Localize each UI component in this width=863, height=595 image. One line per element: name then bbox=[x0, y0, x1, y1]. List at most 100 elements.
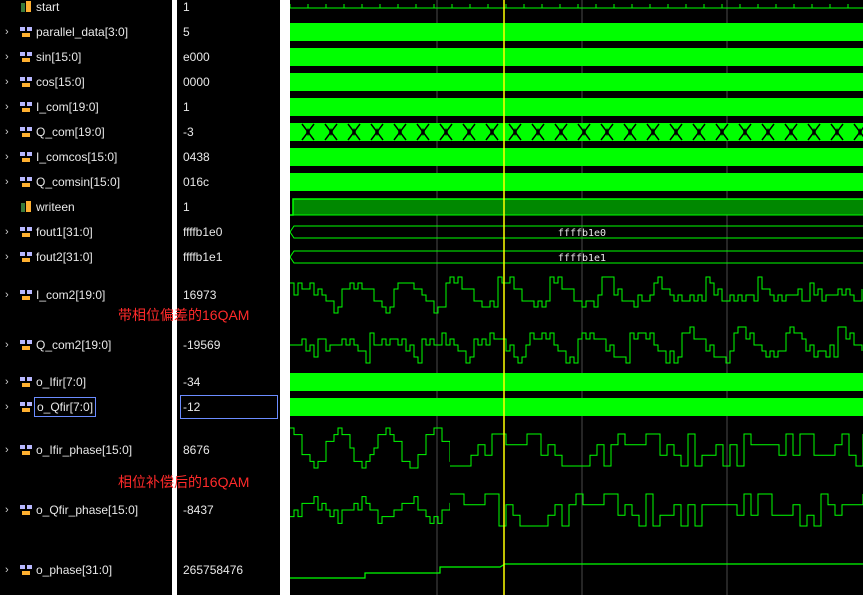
wave-analog-q-com2 bbox=[290, 326, 863, 364]
signal-name[interactable]: sin[15:0] bbox=[36, 49, 81, 65]
bus-signal-icon bbox=[20, 252, 32, 262]
signal-row-o-qfir-phase[interactable]: › o_Qfir_phase[15:0] bbox=[0, 502, 172, 518]
signal-name[interactable]: I_com[19:0] bbox=[36, 99, 99, 115]
signal-name[interactable]: writeen bbox=[36, 199, 75, 215]
chevron-right-icon[interactable]: › bbox=[5, 337, 15, 353]
chevron-right-icon[interactable]: › bbox=[5, 562, 15, 578]
signal-row-o-phase[interactable]: › o_phase[31:0] bbox=[0, 562, 172, 578]
wave-bus-parallel-data bbox=[290, 23, 863, 41]
signal-name[interactable]: parallel_data[3:0] bbox=[36, 24, 128, 40]
signal-name[interactable]: fout1[31:0] bbox=[36, 224, 93, 240]
signal-name-panel: start › parallel_data[3:0] › sin[15:0] › cos[1… bbox=[0, 0, 172, 595]
signal-value: 8676 bbox=[183, 443, 210, 457]
signal-row-parallel-data[interactable]: › parallel_data[3:0] bbox=[0, 24, 172, 40]
bus-signal-icon bbox=[20, 402, 32, 412]
wave-bus-i-com bbox=[290, 98, 863, 116]
chevron-right-icon[interactable]: › bbox=[5, 149, 15, 165]
signal-row-q-com2[interactable]: › Q_com2[19:0] bbox=[0, 337, 172, 353]
bus-signal-icon bbox=[20, 227, 32, 237]
wave-bus-o-ifir bbox=[290, 373, 863, 391]
bus-signal-icon bbox=[20, 377, 32, 387]
bus-signal-icon bbox=[20, 177, 32, 187]
signal-row-o-ifir[interactable]: › o_Ifir[7:0] bbox=[0, 374, 172, 390]
bus-signal-icon bbox=[20, 102, 32, 112]
chevron-right-icon[interactable]: › bbox=[5, 224, 15, 240]
wave-bus-label-fout1: ffffb1e0 bbox=[558, 228, 606, 239]
signal-value: 016c bbox=[183, 175, 210, 189]
bus-signal-icon bbox=[20, 445, 32, 455]
annotation-phase-offset: 带相位偏差的16QAM bbox=[118, 307, 250, 323]
signal-row-i-com2[interactable]: › I_com2[19:0] bbox=[0, 287, 172, 303]
wave-bus-i-comcos bbox=[290, 148, 863, 166]
chevron-right-icon[interactable]: › bbox=[5, 99, 15, 115]
signal-name[interactable]: o_Qfir[7:0] bbox=[34, 397, 97, 417]
signal-name[interactable]: o_Qfir_phase[15:0] bbox=[36, 502, 138, 518]
signal-name[interactable]: o_Ifir_phase[15:0] bbox=[36, 442, 132, 458]
chevron-right-icon[interactable]: › bbox=[5, 49, 15, 65]
signal-row-writeen[interactable]: writeen bbox=[0, 199, 172, 215]
signal-name[interactable]: Q_com2[19:0] bbox=[36, 337, 111, 353]
signal-value: 5 bbox=[183, 25, 190, 39]
panel-splitter[interactable] bbox=[280, 0, 290, 595]
signal-value: 1 bbox=[183, 0, 190, 14]
chevron-right-icon[interactable]: › bbox=[5, 374, 15, 390]
bus-signal-icon bbox=[20, 505, 32, 515]
signal-name[interactable]: o_Ifir[7:0] bbox=[36, 374, 86, 390]
signal-name[interactable]: fout2[31:0] bbox=[36, 249, 93, 265]
bus-signal-icon bbox=[20, 77, 32, 87]
signal-name[interactable]: I_com2[19:0] bbox=[36, 287, 105, 303]
bus-signal-icon bbox=[20, 27, 32, 37]
signal-value: ffffb1e0 bbox=[183, 225, 223, 239]
bus-signal-icon bbox=[20, 52, 32, 62]
signal-name[interactable]: Q_comsin[15:0] bbox=[36, 174, 120, 190]
bit-signal-icon bbox=[21, 201, 31, 212]
signal-value: 0000 bbox=[183, 75, 210, 89]
waveform-panel[interactable]: ffffb1e0 ffffb1e1 bbox=[290, 0, 863, 595]
wave-bus-q-comsin bbox=[290, 173, 863, 191]
chevron-right-icon[interactable]: › bbox=[5, 287, 15, 303]
wave-bus-sin bbox=[290, 48, 863, 66]
wave-writeen-high bbox=[293, 199, 863, 215]
bus-signal-icon bbox=[20, 152, 32, 162]
signal-value: 1 bbox=[183, 100, 190, 114]
signal-row-start[interactable]: start bbox=[0, 0, 172, 15]
signal-row-i-com[interactable]: › I_com[19:0] bbox=[0, 99, 172, 115]
chevron-right-icon[interactable]: › bbox=[5, 442, 15, 458]
signal-name[interactable]: I_comcos[15:0] bbox=[36, 149, 117, 165]
signal-row-o-ifir-phase[interactable]: › o_Ifir_phase[15:0] bbox=[0, 442, 172, 458]
signal-name[interactable]: cos[15:0] bbox=[36, 74, 85, 90]
wave-analog-o-ifir-phase-late bbox=[450, 433, 863, 467]
chevron-right-icon[interactable]: › bbox=[5, 24, 15, 40]
signal-row-fout1[interactable]: › fout1[31:0] bbox=[0, 224, 172, 240]
signal-name[interactable]: start bbox=[36, 0, 59, 15]
chevron-right-icon[interactable]: › bbox=[5, 249, 15, 265]
wave-bus-label-fout2: ffffb1e1 bbox=[558, 253, 606, 264]
signal-row-q-com[interactable]: › Q_com[19:0] bbox=[0, 124, 172, 140]
signal-value: -8437 bbox=[183, 503, 214, 517]
signal-value: -19569 bbox=[183, 338, 221, 352]
signal-name[interactable]: Q_com[19:0] bbox=[36, 124, 105, 140]
bus-signal-icon bbox=[20, 127, 32, 137]
chevron-right-icon[interactable]: › bbox=[5, 399, 15, 415]
signal-row-cos[interactable]: › cos[15:0] bbox=[0, 74, 172, 90]
signal-value: 265758476 bbox=[183, 563, 244, 577]
bit-signal-icon bbox=[21, 1, 31, 12]
signal-value: 16973 bbox=[183, 288, 217, 302]
chevron-right-icon[interactable]: › bbox=[5, 502, 15, 518]
wave-bus-o-qfir bbox=[290, 398, 863, 416]
waveform-canvas[interactable]: ffffb1e0 ffffb1e1 bbox=[290, 0, 863, 595]
chevron-right-icon[interactable]: › bbox=[5, 174, 15, 190]
signal-row-o-qfir[interactable]: › o_Qfir[7:0] bbox=[0, 397, 172, 417]
signal-value: 1 bbox=[183, 200, 190, 214]
chevron-right-icon[interactable]: › bbox=[5, 124, 15, 140]
signal-value-panel: 1 5 e000 0000 1 -3 0438 016c 1 ffffb1e0 ffffb1e1 16… bbox=[177, 0, 280, 595]
chevron-right-icon[interactable]: › bbox=[5, 74, 15, 90]
signal-value: 0438 bbox=[183, 150, 210, 164]
signal-row-i-comcos[interactable]: › I_comcos[15:0] bbox=[0, 149, 172, 165]
signal-row-q-comsin[interactable]: › Q_comsin[15:0] bbox=[0, 174, 172, 190]
signal-value: -3 bbox=[183, 125, 194, 139]
signal-row-fout2[interactable]: › fout2[31:0] bbox=[0, 249, 172, 265]
wave-bus-cos bbox=[290, 73, 863, 91]
signal-name[interactable]: o_phase[31:0] bbox=[36, 562, 112, 578]
signal-row-sin[interactable]: › sin[15:0] bbox=[0, 49, 172, 65]
